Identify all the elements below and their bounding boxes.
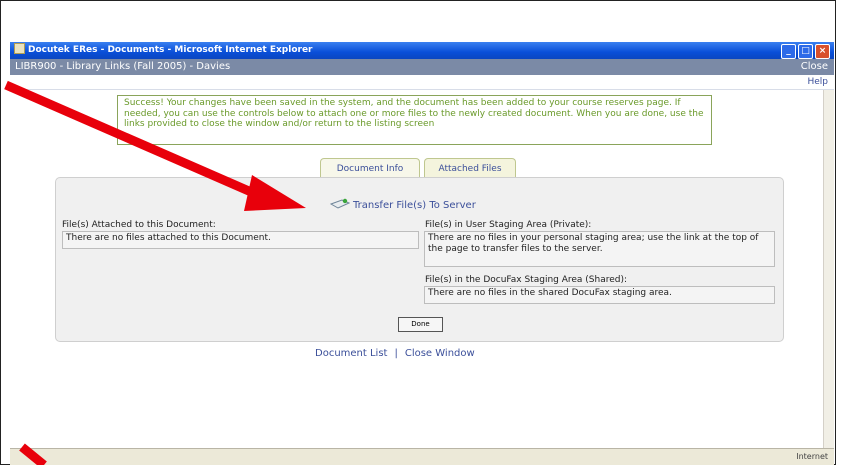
annotation-arrowhead — [244, 175, 306, 211]
annotation-arrows — [4, 80, 306, 465]
annotation-arrow-upper — [4, 80, 260, 200]
annotation-arrow-lower — [19, 443, 47, 465]
